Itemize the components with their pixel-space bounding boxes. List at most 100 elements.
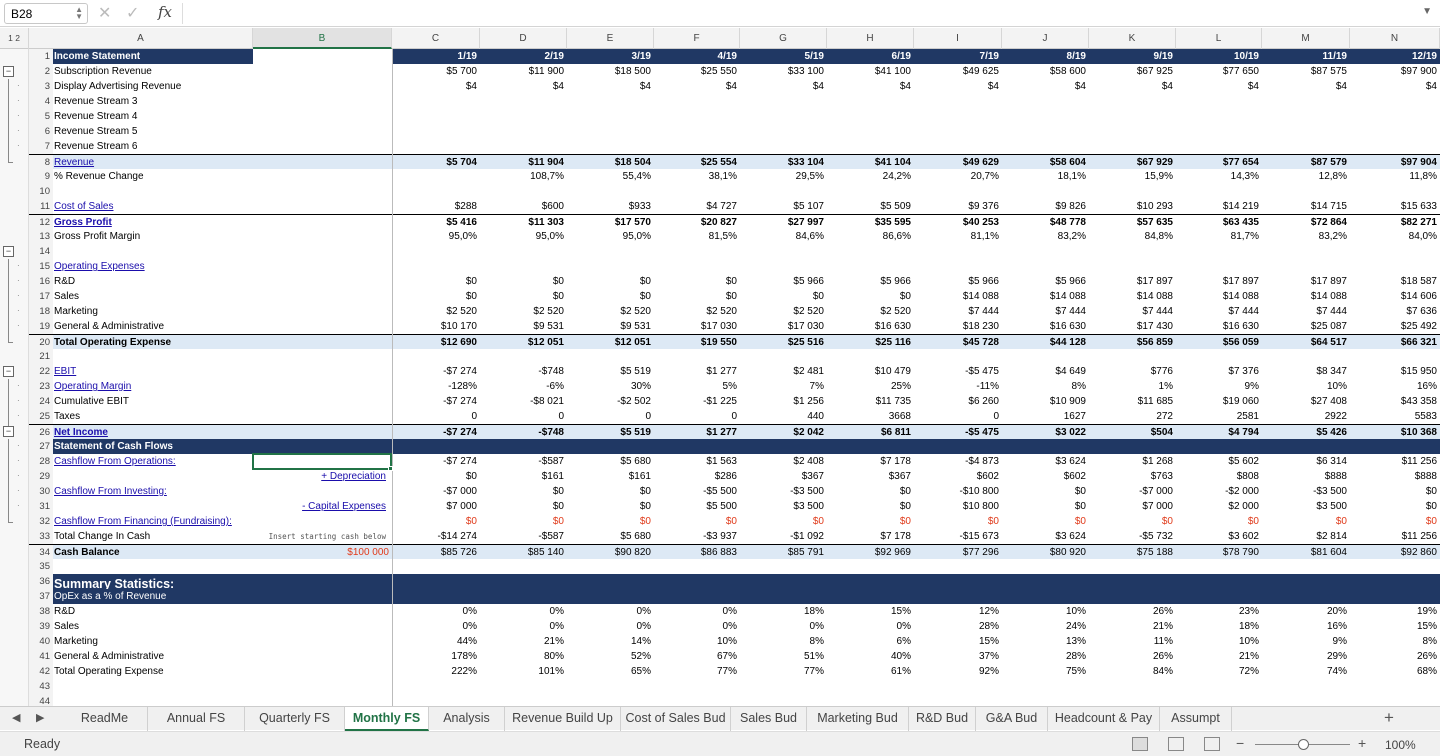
collapse-group-icon[interactable]: −	[3, 366, 14, 377]
row-number[interactable]: 27	[29, 439, 53, 454]
row-number[interactable]: 24	[29, 394, 53, 409]
value-cell[interactable]: $11 303	[480, 215, 567, 230]
value-cell[interactable]: $7 444	[1262, 304, 1350, 319]
row-number[interactable]: 29	[29, 469, 53, 484]
row-number[interactable]: 20	[29, 335, 53, 350]
value-cell[interactable]: $5 966	[914, 274, 1002, 289]
value-cell[interactable]: 15%	[1350, 619, 1440, 634]
value-cell[interactable]: 37%	[914, 649, 1002, 664]
row-number[interactable]: 40	[29, 634, 53, 649]
row-label[interactable]	[53, 184, 253, 199]
value-cell[interactable]: $0	[480, 274, 567, 289]
zoom-slider-handle[interactable]	[1298, 739, 1309, 750]
value-cell[interactable]: $19 550	[654, 335, 740, 350]
value-cell[interactable]: -$7 274	[392, 425, 480, 440]
value-cell[interactable]: $286	[654, 469, 740, 484]
value-cell[interactable]: 0%	[567, 619, 654, 634]
value-cell[interactable]: 20%	[1262, 604, 1350, 619]
value-cell[interactable]: $25 087	[1262, 319, 1350, 334]
column-header-c[interactable]: C	[392, 28, 480, 49]
row-number[interactable]: 17	[29, 289, 53, 304]
value-cell[interactable]: $10 909	[1002, 394, 1089, 409]
value-cell[interactable]: $602	[914, 469, 1002, 484]
value-cell[interactable]: 84,0%	[1350, 229, 1440, 244]
value-cell[interactable]: $0	[480, 289, 567, 304]
row-label[interactable]: Cost of Sales	[53, 199, 253, 214]
column-header-e[interactable]: E	[567, 28, 654, 49]
value-cell[interactable]: $4	[914, 79, 1002, 94]
zoom-in-icon[interactable]: +	[1358, 735, 1366, 751]
value-cell[interactable]: $9 826	[1002, 199, 1089, 214]
value-cell[interactable]: -$7 000	[1089, 484, 1176, 499]
value-cell[interactable]: $4	[1089, 79, 1176, 94]
value-cell[interactable]: 178%	[392, 649, 480, 664]
column-header-m[interactable]: M	[1262, 28, 1350, 49]
row-label[interactable]: General & Administrative	[53, 649, 253, 664]
value-cell[interactable]: $2 520	[480, 304, 567, 319]
value-cell[interactable]: 8%	[1350, 634, 1440, 649]
value-cell[interactable]: $7 636	[1350, 304, 1440, 319]
sheet-tab-r-d-bud[interactable]: R&D Bud	[909, 707, 976, 731]
value-cell[interactable]: 20,7%	[914, 169, 1002, 184]
value-cell[interactable]: 74%	[1262, 664, 1350, 679]
value-cell[interactable]: 95,0%	[567, 229, 654, 244]
row-label[interactable]: Cash Balance	[53, 545, 253, 560]
value-cell[interactable]: 81,5%	[654, 229, 740, 244]
value-cell[interactable]: $4	[567, 79, 654, 94]
value-cell[interactable]: $7 000	[392, 499, 480, 514]
value-cell[interactable]: 40%	[827, 649, 914, 664]
value-cell[interactable]: 11,8%	[1350, 169, 1440, 184]
value-cell[interactable]: $5 680	[567, 454, 654, 469]
value-cell[interactable]: $16 630	[1002, 319, 1089, 334]
value-cell[interactable]: 29,5%	[740, 169, 827, 184]
value-cell[interactable]: 10%	[654, 634, 740, 649]
value-cell[interactable]: $888	[1262, 469, 1350, 484]
row-number[interactable]: 10	[29, 184, 53, 199]
value-cell[interactable]: $161	[567, 469, 654, 484]
value-cell[interactable]: $0	[654, 514, 740, 529]
value-cell[interactable]: $11 685	[1089, 394, 1176, 409]
value-cell[interactable]: $49 625	[914, 64, 1002, 79]
value-cell[interactable]: $25 492	[1350, 319, 1440, 334]
value-cell[interactable]: $87 579	[1262, 155, 1350, 170]
value-cell[interactable]: $10 800	[914, 499, 1002, 514]
row-number[interactable]: 21	[29, 349, 53, 364]
value-cell[interactable]: 83,2%	[1002, 229, 1089, 244]
value-cell[interactable]: $92 969	[827, 545, 914, 560]
zoom-out-icon[interactable]: −	[1236, 735, 1244, 751]
value-cell[interactable]: $10 170	[392, 319, 480, 334]
value-cell[interactable]: 23%	[1176, 604, 1262, 619]
value-cell[interactable]: -$3 500	[740, 484, 827, 499]
value-cell[interactable]: $0	[827, 514, 914, 529]
value-cell[interactable]: 25%	[827, 379, 914, 394]
row-label[interactable]: Subscription Revenue	[53, 64, 253, 79]
value-cell[interactable]: $81 604	[1262, 545, 1350, 560]
value-cell[interactable]: $17 430	[1089, 319, 1176, 334]
row-number[interactable]: 19	[29, 319, 53, 334]
value-cell[interactable]: 5%	[654, 379, 740, 394]
row-label[interactable]: Net Income	[53, 425, 253, 440]
fill-handle[interactable]	[388, 466, 393, 471]
value-cell[interactable]: $7 178	[827, 529, 914, 544]
value-cell[interactable]: 52%	[567, 649, 654, 664]
value-cell[interactable]: 95,0%	[392, 229, 480, 244]
column-header-i[interactable]: I	[914, 28, 1002, 49]
value-cell[interactable]: $18 230	[914, 319, 1002, 334]
value-cell[interactable]: $7 178	[827, 454, 914, 469]
value-cell[interactable]: -$5 475	[914, 425, 1002, 440]
value-cell[interactable]: -$14 274	[392, 529, 480, 544]
row-label[interactable]: OpEx as a % of Revenue	[53, 589, 393, 604]
value-cell[interactable]: $5 519	[567, 364, 654, 379]
value-cell[interactable]: $9 531	[567, 319, 654, 334]
value-cell[interactable]: $15 633	[1350, 199, 1440, 214]
value-cell[interactable]: $58 604	[1002, 155, 1089, 170]
value-cell[interactable]: 0	[914, 409, 1002, 424]
prev-sheet-icon[interactable]: ◀	[12, 711, 20, 724]
cell-b-note[interactable]: + Depreciation	[253, 469, 392, 484]
value-cell[interactable]: 44%	[392, 634, 480, 649]
cancel-icon[interactable]: ✕	[98, 3, 111, 23]
value-cell[interactable]: $4	[1002, 79, 1089, 94]
expand-formula-bar-icon[interactable]: ▼	[1422, 6, 1432, 17]
row-label[interactable]: Total Operating Expense	[53, 664, 253, 679]
row-label[interactable]: % Revenue Change	[53, 169, 253, 184]
